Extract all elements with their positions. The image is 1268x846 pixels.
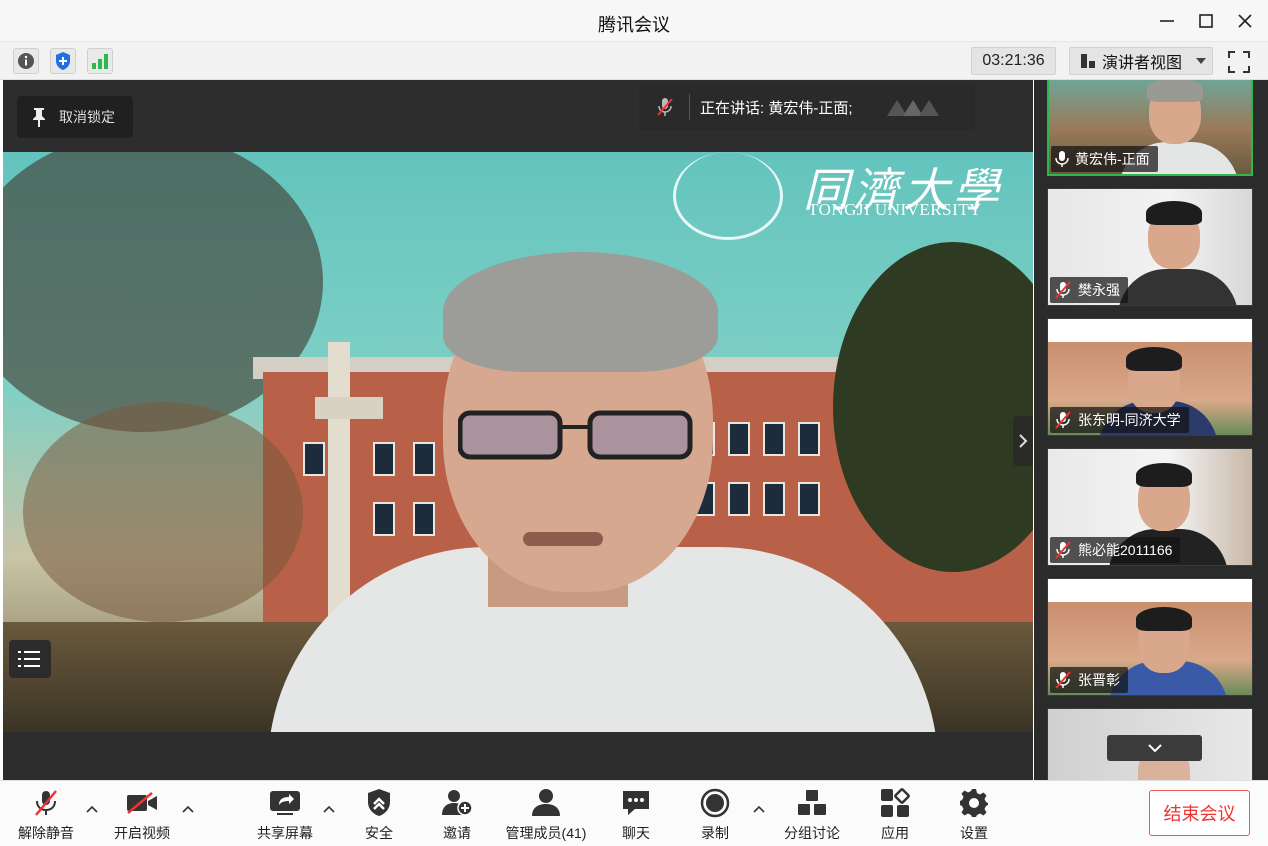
chevron-down-icon — [1196, 58, 1207, 64]
fullscreen-icon[interactable] — [1226, 49, 1252, 75]
chat-icon — [620, 787, 652, 819]
participant-label: 樊永强 — [1050, 277, 1128, 303]
participant-tile[interactable]: 黄宏伟-正面 — [1047, 80, 1253, 176]
security-label: 安全 — [365, 825, 393, 841]
collapse-panel-button[interactable] — [1013, 416, 1033, 466]
university-seal — [673, 152, 783, 240]
title-bar: 腾讯会议 — [0, 0, 1268, 42]
participant-tile[interactable]: 熊必能2011166 — [1047, 448, 1253, 566]
muted-mic-icon — [1055, 411, 1071, 429]
muted-mic-icon — [30, 787, 62, 819]
participant-name: 张东明-同济大学 — [1078, 412, 1181, 428]
record-label: 录制 — [701, 825, 729, 841]
manage-members-label: 管理成员(41) — [505, 825, 587, 841]
list-icon[interactable] — [9, 640, 51, 678]
unpin-label: 取消锁定 — [59, 109, 115, 125]
chat-button[interactable]: 聊天 — [607, 785, 665, 843]
participant-name: 樊永强 — [1078, 282, 1120, 298]
unpin-button[interactable]: 取消锁定 — [17, 96, 133, 138]
record-button[interactable]: 录制 — [686, 785, 744, 843]
muted-mic-icon — [657, 98, 673, 116]
breakout-rooms-button[interactable]: 分组讨论 — [780, 785, 844, 843]
video-off-icon — [126, 787, 158, 819]
maximize-icon[interactable] — [1193, 8, 1219, 34]
security-button[interactable]: 安全 — [350, 785, 408, 843]
chevron-up-icon[interactable] — [751, 801, 767, 817]
main-video-area[interactable]: 同濟大學 TONGJI UNIVERSITY 取消锁定 正在讲话: 黄宏伟-正面… — [3, 80, 1033, 780]
participant-label: 熊必能2011166 — [1050, 537, 1181, 563]
meeting-toolbar: 解除静音 开启视频 共享屏幕 安全 邀请 管理成员(41) 聊天 录制 分组讨论… — [0, 780, 1268, 846]
participant-label: 黄宏伟-正面 — [1051, 146, 1158, 172]
view-mode-label: 演讲者视图 — [1102, 55, 1183, 72]
unmute-label: 解除静音 — [18, 825, 74, 841]
chevron-up-icon[interactable] — [84, 801, 100, 817]
start-video-label: 开启视频 — [114, 825, 170, 841]
university-logo-en: TONGJI UNIVERSITY — [808, 200, 982, 219]
breakout-icon — [796, 787, 828, 819]
participant-label: 张东明-同济大学 — [1050, 407, 1189, 433]
view-mode-select[interactable]: 演讲者视图 — [1069, 47, 1213, 75]
meeting-timer: 03:21:36 — [971, 47, 1056, 75]
settings-label: 设置 — [960, 825, 988, 841]
settings-button[interactable]: 设置 — [945, 785, 1003, 843]
apps-button[interactable]: 应用 — [866, 785, 924, 843]
end-meeting-button[interactable]: 结束会议 — [1149, 790, 1250, 836]
pin-icon — [33, 108, 45, 127]
layout-icon — [1081, 54, 1095, 68]
signal-strength-icon[interactable] — [87, 48, 113, 74]
chevron-down-icon — [1147, 744, 1162, 753]
speaker-video: 同濟大學 TONGJI UNIVERSITY — [3, 152, 1033, 732]
participant-name: 熊必能2011166 — [1078, 542, 1173, 558]
shield-icon — [363, 787, 395, 819]
unmute-button[interactable]: 解除静音 — [14, 785, 78, 843]
share-screen-label: 共享屏幕 — [257, 825, 313, 841]
window-title: 腾讯会议 — [598, 15, 670, 35]
participant-label: 张晋彰 — [1050, 667, 1128, 693]
gear-icon — [958, 787, 990, 819]
info-icon[interactable] — [13, 48, 39, 74]
audio-wave-icon — [886, 100, 939, 116]
start-video-button[interactable]: 开启视频 — [110, 785, 174, 843]
participant-tile[interactable]: 樊永强 — [1047, 188, 1253, 306]
participant-gallery: 黄宏伟-正面 樊永强 张东明-同济大学 熊必能2011166 张晋彰 — [1034, 80, 1268, 780]
participant-name: 张晋彰 — [1078, 672, 1120, 688]
share-screen-button[interactable]: 共享屏幕 — [253, 785, 317, 843]
chevron-up-icon[interactable] — [321, 801, 337, 817]
muted-mic-icon — [1055, 671, 1071, 689]
participant-tile[interactable]: 张东明-同济大学 — [1047, 318, 1253, 436]
chevron-right-icon — [1019, 434, 1028, 448]
close-icon[interactable] — [1232, 8, 1258, 34]
speaking-label: 正在讲话: 黄宏伟-正面; — [700, 99, 853, 117]
invite-button[interactable]: 邀请 — [428, 785, 486, 843]
scroll-down-button[interactable] — [1107, 735, 1202, 761]
speaking-indicator: 正在讲话: 黄宏伟-正面; — [639, 84, 975, 130]
mic-icon — [1055, 151, 1069, 167]
invite-label: 邀请 — [443, 825, 471, 841]
chevron-up-icon[interactable] — [180, 801, 196, 817]
muted-mic-icon — [1055, 281, 1071, 299]
record-icon — [699, 787, 731, 819]
apps-label: 应用 — [881, 825, 909, 841]
add-user-icon — [441, 787, 473, 819]
minimize-icon[interactable] — [1154, 8, 1180, 34]
participant-name: 黄宏伟-正面 — [1075, 151, 1150, 167]
breakout-label: 分组讨论 — [784, 825, 840, 841]
shield-icon[interactable] — [50, 48, 76, 74]
muted-mic-icon — [1055, 541, 1071, 559]
meeting-info-bar: 03:21:36 演讲者视图 — [0, 42, 1268, 80]
chat-label: 聊天 — [622, 825, 650, 841]
manage-members-button[interactable]: 管理成员(41) — [500, 785, 592, 843]
apps-icon — [879, 787, 911, 819]
share-screen-icon — [269, 787, 301, 819]
members-icon — [530, 787, 562, 819]
participant-tile[interactable]: 张晋彰 — [1047, 578, 1253, 696]
